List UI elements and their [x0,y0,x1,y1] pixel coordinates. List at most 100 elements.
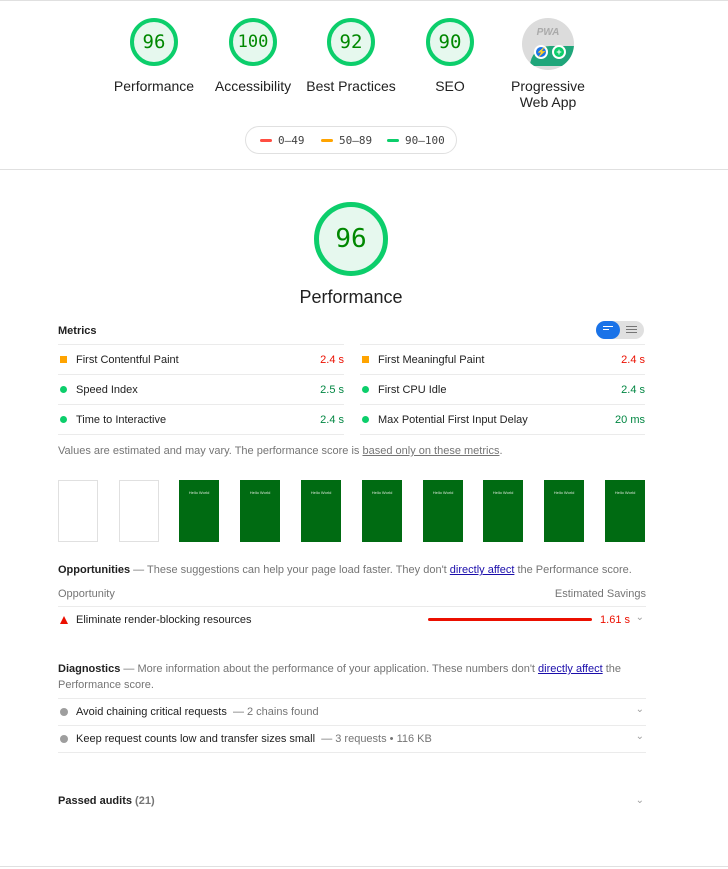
average-swatch [321,138,333,142]
pwa-fast-icon: ⚡ [534,45,548,59]
performance-title: Performance [299,287,403,307]
legend-fail-range: 0–49 [278,134,305,147]
metric-value: 2.4 s [621,384,645,396]
metric-value: 2.5 s [320,384,344,396]
metric-label: First CPU Idle [378,384,447,396]
metric-tti: Time to Interactive 2.4 s [58,404,344,435]
metric-value: 20 ms [615,414,645,426]
opportunity-label: Eliminate render-blocking resources [76,614,252,626]
frame-text: Hello World [553,490,575,495]
savings-bar [428,618,592,621]
chevron-down-icon[interactable]: ⌄ [636,795,644,806]
gauge-pwa[interactable]: PWA ⚡ + Progressive Web App [498,18,598,110]
metric-fcp: First Contentful Paint 2.4 s [58,344,344,374]
diagnostic-detail: — 3 requests • 116 KB [321,733,432,745]
filmstrip-frame [119,480,159,542]
gauge-label: Progressive Web App [498,78,598,110]
filmstrip-frame: Hello World [240,480,280,542]
filmstrip: Hello World Hello World Hello World Hell… [58,480,646,542]
chevron-down-icon[interactable]: ⌄ [636,704,644,715]
col-estimated-savings: Estimated Savings [554,588,646,600]
metric-label: Time to Interactive [76,414,167,426]
metric-label: Speed Index [76,384,138,396]
diagnostic-row[interactable]: Keep request counts low and transfer siz… [58,725,646,753]
opportunities-title: Opportunities [58,564,131,576]
gauge-label: Performance [113,78,195,94]
category-scores: 96 Performance 100 Accessibility 92 Best… [0,18,728,118]
average-square-icon [362,356,369,363]
gauge-seo[interactable]: 90 SEO [400,18,500,94]
passed-audits[interactable]: Passed audits (21) ⌄ [58,795,646,807]
metrics-view-toggle[interactable] [596,321,644,339]
diagnostic-title: Keep request counts low and transfer siz… [76,733,316,745]
filmstrip-frame: Hello World [179,480,219,542]
savings-value: 1.61 s [600,614,630,626]
metric-first-cpu-idle: First CPU Idle 2.4 s [360,374,645,404]
diagnostic-label: Avoid chaining critical requests — 2 cha… [76,706,319,718]
info-circle-icon [60,708,68,716]
pwa-label-line1: Progressive [511,78,585,94]
frame-text: Hello World [432,490,454,495]
metric-fmp: First Meaningful Paint 2.4 s [360,344,645,374]
metric-value: 2.4 s [320,354,344,366]
pass-circle-icon [362,386,369,393]
frame-text: Hello World [614,490,636,495]
info-circle-icon [60,735,68,743]
filmstrip-frame: Hello World [301,480,341,542]
filmstrip-frame: Hello World [423,480,463,542]
legend-fail: 0–49 [260,134,305,147]
diagnostics-header: Diagnostics — More information about the… [58,661,648,693]
pwa-installable-icon: + [552,45,566,59]
metric-max-fid: Max Potential First Input Delay 20 ms [360,404,645,435]
frame-text: Hello World [310,490,332,495]
metrics-info-link[interactable]: based only on these metrics [362,445,499,457]
gauge-performance[interactable]: 96 Performance [104,18,204,94]
top-border [0,0,728,1]
metrics-note: Values are estimated and may vary. The p… [58,445,503,457]
opportunities-desc-end: the Performance score. [514,564,632,576]
legend-average: 50–89 [321,134,372,147]
opportunities-link[interactable]: directly affect [450,564,515,576]
gauge-best-practices[interactable]: 92 Best Practices [301,18,401,94]
pass-circle-icon [60,416,67,423]
diagnostics-link[interactable]: directly affect [538,663,603,675]
gauge-accessibility[interactable]: 100 Accessibility [203,18,303,94]
diagnostic-row[interactable]: Avoid chaining critical requests — 2 cha… [58,698,646,725]
pass-circle-icon [362,416,369,423]
gauge-score: 96 [130,18,178,66]
filmstrip-frame: Hello World [362,480,402,542]
frame-text: Hello World [371,490,393,495]
summary-view-icon[interactable] [596,321,620,339]
legend-average-range: 50–89 [339,134,373,147]
opportunities-header: Opportunities — These suggestions can he… [58,562,648,578]
note-end: . [499,445,503,457]
metric-label: First Meaningful Paint [378,354,485,366]
pass-swatch [387,138,399,142]
pwa-label-line2: Web App [519,94,577,110]
gauge-score: 92 [327,18,375,66]
fail-swatch [260,138,272,142]
header-divider [0,169,728,170]
diagnostics-desc: — More information about the performance… [120,663,539,675]
diagnostics-title: Diagnostics [58,663,121,675]
frame-text: Hello World [492,490,514,495]
frame-text: Hello World [188,490,210,495]
frame-text: Hello World [249,490,271,495]
filmstrip-frame: Hello World [544,480,584,542]
metric-value: 2.4 s [621,354,645,366]
chevron-down-icon[interactable]: ⌄ [636,612,644,623]
average-square-icon [60,356,67,363]
opportunities-desc: — These suggestions can help your page l… [130,564,450,576]
opportunity-row[interactable]: Eliminate render-blocking resources 1.61… [58,606,646,633]
metric-label: Max Potential First Input Delay [378,414,528,426]
chevron-down-icon[interactable]: ⌄ [636,731,644,742]
detail-view-icon[interactable] [626,326,637,335]
performance-gauge: 96 [314,202,388,276]
footer-divider [0,866,728,867]
filmstrip-frame: Hello World [605,480,645,542]
diagnostic-label: Keep request counts low and transfer siz… [76,733,432,745]
metric-value: 2.4 s [320,414,344,426]
col-opportunity: Opportunity [58,588,115,600]
gauge-score: 100 [229,18,277,66]
diagnostic-detail: — 2 chains found [232,706,319,718]
